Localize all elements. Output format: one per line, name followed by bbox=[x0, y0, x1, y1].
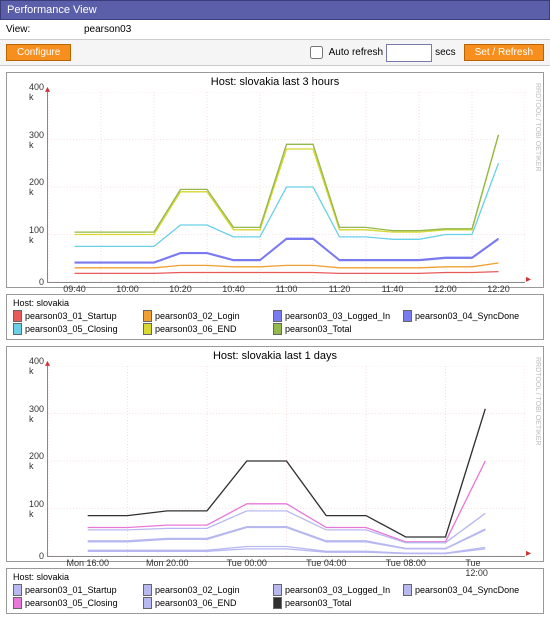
auto-refresh-checkbox[interactable] bbox=[310, 46, 323, 59]
series-line bbox=[75, 238, 499, 262]
legend-swatch bbox=[143, 310, 152, 322]
chart-title: Host: slovakia last 1 days bbox=[7, 347, 543, 362]
y-tick-label: 0 bbox=[39, 551, 44, 561]
legend-item: pearson03_06_END bbox=[143, 323, 273, 335]
x-tick-label: 12:20 bbox=[487, 284, 510, 294]
series-line bbox=[88, 528, 486, 549]
legend-label: pearson03_06_END bbox=[155, 598, 237, 608]
legend-label: pearson03_Total bbox=[285, 324, 352, 334]
y-tick-label: 100 k bbox=[29, 225, 44, 245]
y-tick-label: 300 k bbox=[29, 130, 44, 150]
y-tick-label: 400 k bbox=[29, 82, 44, 102]
x-tick-label: 11:20 bbox=[329, 284, 351, 294]
chart-title: Host: slovakia last 3 hours bbox=[7, 73, 543, 88]
x-tick-label: Mon 16:00 bbox=[66, 558, 109, 568]
legend-swatch bbox=[143, 323, 152, 335]
legend-item: pearson03_03_Logged_In bbox=[273, 584, 403, 596]
chart-plot: 0100 k200 k300 k400 kMon 16:00Mon 20:00T… bbox=[47, 366, 525, 557]
chart-panel: Host: slovakia last 1 daysRRDTOOL / TOBI… bbox=[6, 346, 544, 562]
legend-label: pearson03_03_Logged_In bbox=[285, 585, 390, 595]
set-refresh-button[interactable]: Set / Refresh bbox=[464, 44, 544, 61]
y-tick-label: 400 k bbox=[29, 356, 44, 376]
legend-swatch bbox=[143, 597, 152, 609]
series-line bbox=[75, 135, 499, 235]
series-line bbox=[75, 272, 499, 274]
legend-label: pearson03_06_END bbox=[155, 324, 237, 334]
y-tick-label: 200 k bbox=[29, 451, 44, 471]
legend-swatch bbox=[273, 597, 282, 609]
legend-item: pearson03_Total bbox=[273, 323, 403, 335]
legend-item: pearson03_02_Login bbox=[143, 310, 273, 322]
legend-label: pearson03_04_SyncDone bbox=[415, 585, 519, 595]
y-tick-label: 100 k bbox=[29, 499, 44, 519]
view-label: View: bbox=[6, 24, 84, 35]
legend-host-label: Host: slovakia bbox=[13, 572, 537, 584]
toolbar: Configure Auto refresh secs Set / Refres… bbox=[0, 39, 550, 66]
auto-refresh-label: Auto refresh bbox=[329, 47, 383, 58]
legend-item: pearson03_05_Closing bbox=[13, 323, 143, 335]
x-tick-label: Tue 12:00 bbox=[465, 558, 505, 578]
x-tick-label: 10:20 bbox=[169, 284, 192, 294]
legend-item: pearson03_01_Startup bbox=[13, 310, 143, 322]
legend-item: pearson03_05_Closing bbox=[13, 597, 143, 609]
chart-credit: RRDTOOL / TOBI OETIKER bbox=[534, 83, 541, 171]
legend-host-label: Host: slovakia bbox=[13, 298, 537, 310]
view-row: View: pearson03 bbox=[0, 20, 550, 39]
x-tick-label: Tue 00:00 bbox=[227, 558, 267, 568]
view-value: pearson03 bbox=[84, 24, 131, 35]
legend-item: pearson03_02_Login bbox=[143, 584, 273, 596]
x-tick-label: Tue 04:00 bbox=[306, 558, 346, 568]
y-tick-label: 0 bbox=[39, 277, 44, 287]
series-line bbox=[88, 409, 486, 537]
window-titlebar: Performance View bbox=[0, 0, 550, 20]
legend-swatch bbox=[13, 597, 22, 609]
x-tick-label: 10:40 bbox=[222, 284, 245, 294]
configure-button[interactable]: Configure bbox=[6, 44, 71, 61]
legend-swatch bbox=[13, 310, 22, 322]
legend-label: pearson03_03_Logged_In bbox=[285, 311, 390, 321]
x-tick-label: 12:00 bbox=[434, 284, 457, 294]
x-tick-label: Mon 20:00 bbox=[146, 558, 189, 568]
legend-item: pearson03_04_SyncDone bbox=[403, 584, 533, 596]
legend-item: pearson03_01_Startup bbox=[13, 584, 143, 596]
legend-label: pearson03_02_Login bbox=[155, 585, 240, 595]
chart-plot: 0100 k200 k300 k400 k09:4010:0010:2010:4… bbox=[47, 92, 525, 283]
legend-label: pearson03_05_Closing bbox=[25, 598, 118, 608]
legend-swatch bbox=[403, 310, 412, 322]
legend-item: pearson03_Total bbox=[273, 597, 403, 609]
secs-label: secs bbox=[435, 47, 456, 58]
chart-panel: Host: slovakia last 3 hoursRRDTOOL / TOB… bbox=[6, 72, 544, 288]
legend-swatch bbox=[273, 323, 282, 335]
x-tick-label: 09:40 bbox=[63, 284, 86, 294]
series-line bbox=[75, 239, 499, 263]
legend-swatch bbox=[13, 584, 22, 596]
legend-label: pearson03_01_Startup bbox=[25, 311, 117, 321]
x-tick-label: Tue 08:00 bbox=[386, 558, 426, 568]
legend-panel: Host: slovakiapearson03_01_Startuppearso… bbox=[6, 568, 544, 614]
refresh-secs-input[interactable] bbox=[386, 44, 432, 62]
legend-swatch bbox=[403, 584, 412, 596]
legend-swatch bbox=[13, 323, 22, 335]
legend-swatch bbox=[273, 310, 282, 322]
x-tick-label: 11:40 bbox=[382, 284, 404, 294]
legend-item: pearson03_03_Logged_In bbox=[273, 310, 403, 322]
legend-item: pearson03_04_SyncDone bbox=[403, 310, 533, 322]
x-tick-label: 11:00 bbox=[276, 284, 298, 294]
chart-credit: RRDTOOL / TOBI OETIKER bbox=[534, 357, 541, 445]
legend-label: pearson03_01_Startup bbox=[25, 585, 117, 595]
legend-label: pearson03_05_Closing bbox=[25, 324, 118, 334]
legend-label: pearson03_02_Login bbox=[155, 311, 240, 321]
y-tick-label: 300 k bbox=[29, 404, 44, 424]
legend-label: pearson03_04_SyncDone bbox=[415, 311, 519, 321]
legend-swatch bbox=[273, 584, 282, 596]
legend-item: pearson03_06_END bbox=[143, 597, 273, 609]
legend-swatch bbox=[143, 584, 152, 596]
y-tick-label: 200 k bbox=[29, 177, 44, 197]
series-line bbox=[75, 263, 499, 268]
legend-panel: Host: slovakiapearson03_01_Startuppearso… bbox=[6, 294, 544, 340]
legend-label: pearson03_Total bbox=[285, 598, 352, 608]
x-tick-label: 10:00 bbox=[116, 284, 139, 294]
